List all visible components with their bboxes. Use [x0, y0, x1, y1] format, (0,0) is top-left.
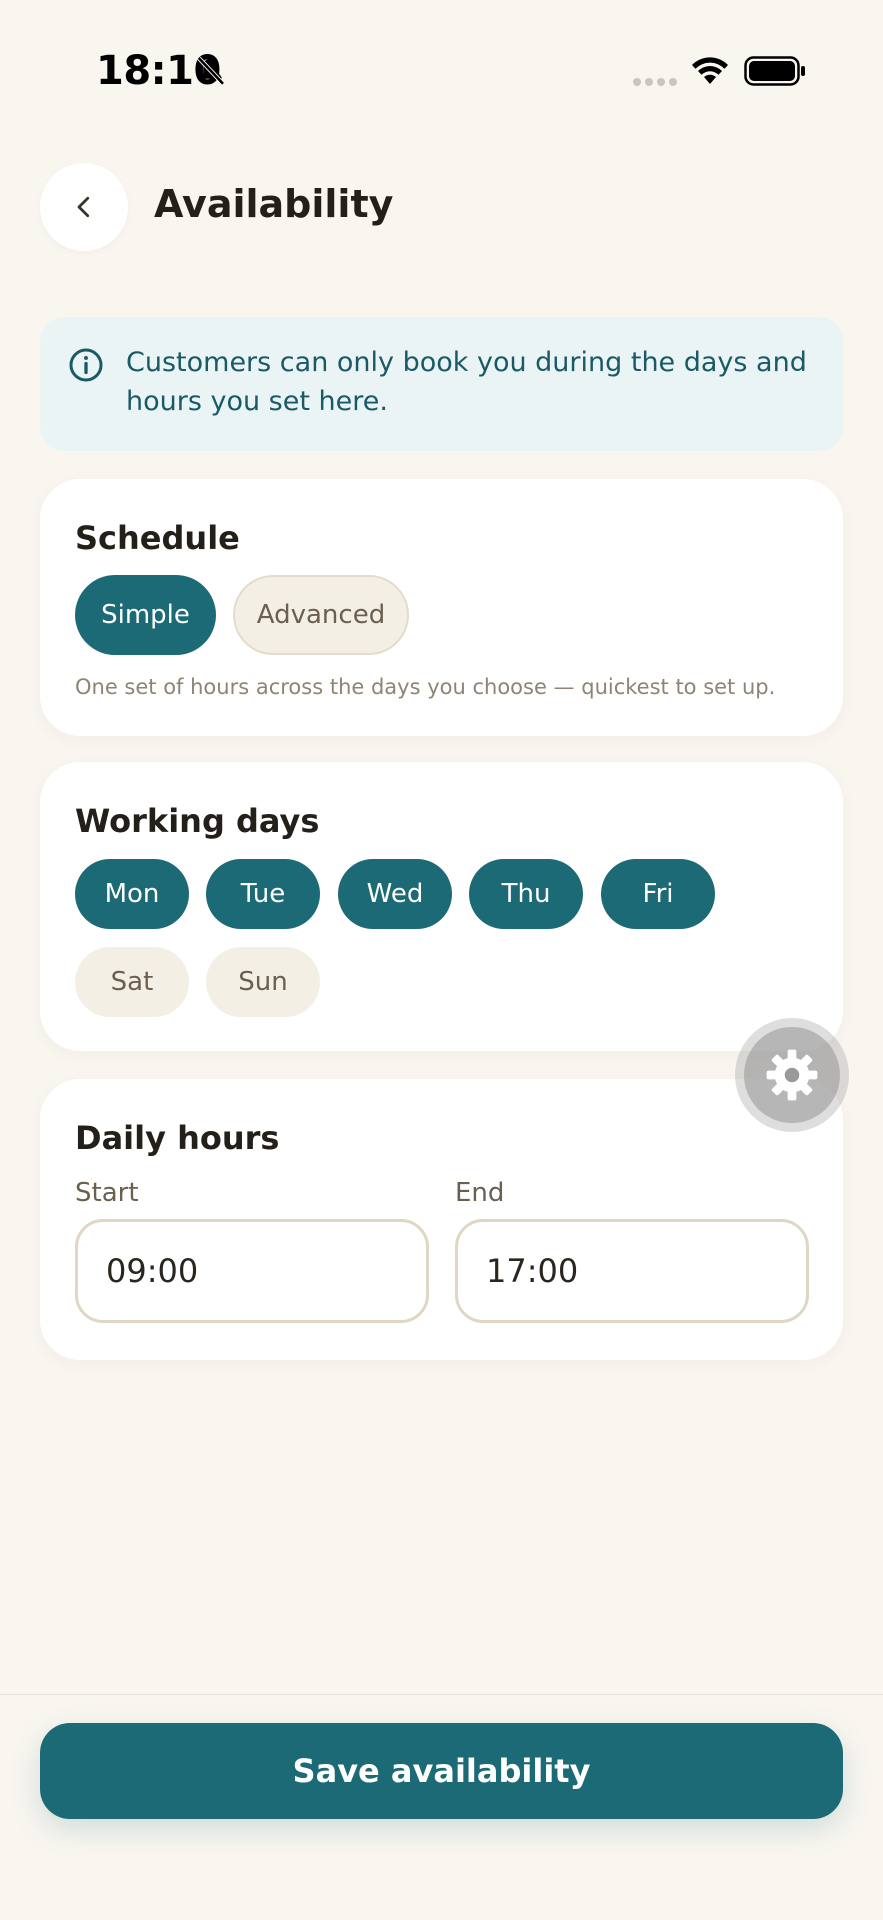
day-chip-thu[interactable]: Thu — [469, 859, 583, 929]
wifi-icon — [692, 57, 728, 84]
gear-icon — [766, 1049, 818, 1101]
info-text: Customers can only book you during the d… — [126, 347, 807, 417]
working-days-title: Working days — [75, 802, 320, 840]
chevron-left-icon — [77, 196, 90, 218]
bottom-bar: Save availability — [0, 1694, 883, 1920]
save-availability-button[interactable]: Save availability — [40, 1723, 843, 1819]
start-time-input[interactable] — [75, 1219, 429, 1323]
info-banner: Customers can only book you during the d… — [40, 317, 843, 451]
page-title: Availability — [154, 182, 394, 226]
bell-off-icon — [197, 56, 225, 86]
info-icon — [69, 348, 103, 382]
day-chip-mon[interactable]: Mon — [75, 859, 189, 929]
daily-hours-card: Daily hours Start End — [40, 1079, 843, 1360]
day-chip-sat[interactable]: Sat — [75, 947, 189, 1017]
daily-hours-title: Daily hours — [75, 1119, 280, 1157]
day-chip-fri[interactable]: Fri — [601, 859, 715, 929]
schedule-option-simple[interactable]: Simple — [75, 575, 216, 655]
schedule-option-advanced[interactable]: Advanced — [233, 575, 409, 655]
battery-icon — [744, 56, 805, 86]
end-time-input[interactable] — [455, 1219, 809, 1323]
schedule-hint: One set of hours across the days you cho… — [75, 675, 776, 699]
start-label: Start — [75, 1178, 139, 1208]
schedule-card: Schedule Simple Advanced One set of hour… — [40, 479, 843, 736]
end-label: End — [455, 1178, 505, 1208]
status-bar: 18:10 — [0, 0, 883, 140]
day-chip-sun[interactable]: Sun — [206, 947, 320, 1017]
day-chip-wed[interactable]: Wed — [338, 859, 452, 929]
signal-icon — [633, 78, 677, 86]
settings-fab-inner — [744, 1027, 840, 1123]
working-days-card: Working days Mon Tue Wed Thu Fri Sat Sun — [40, 762, 843, 1051]
day-chip-tue[interactable]: Tue — [206, 859, 320, 929]
back-button[interactable] — [40, 163, 128, 251]
settings-fab[interactable] — [735, 1018, 849, 1132]
schedule-title: Schedule — [75, 519, 240, 557]
